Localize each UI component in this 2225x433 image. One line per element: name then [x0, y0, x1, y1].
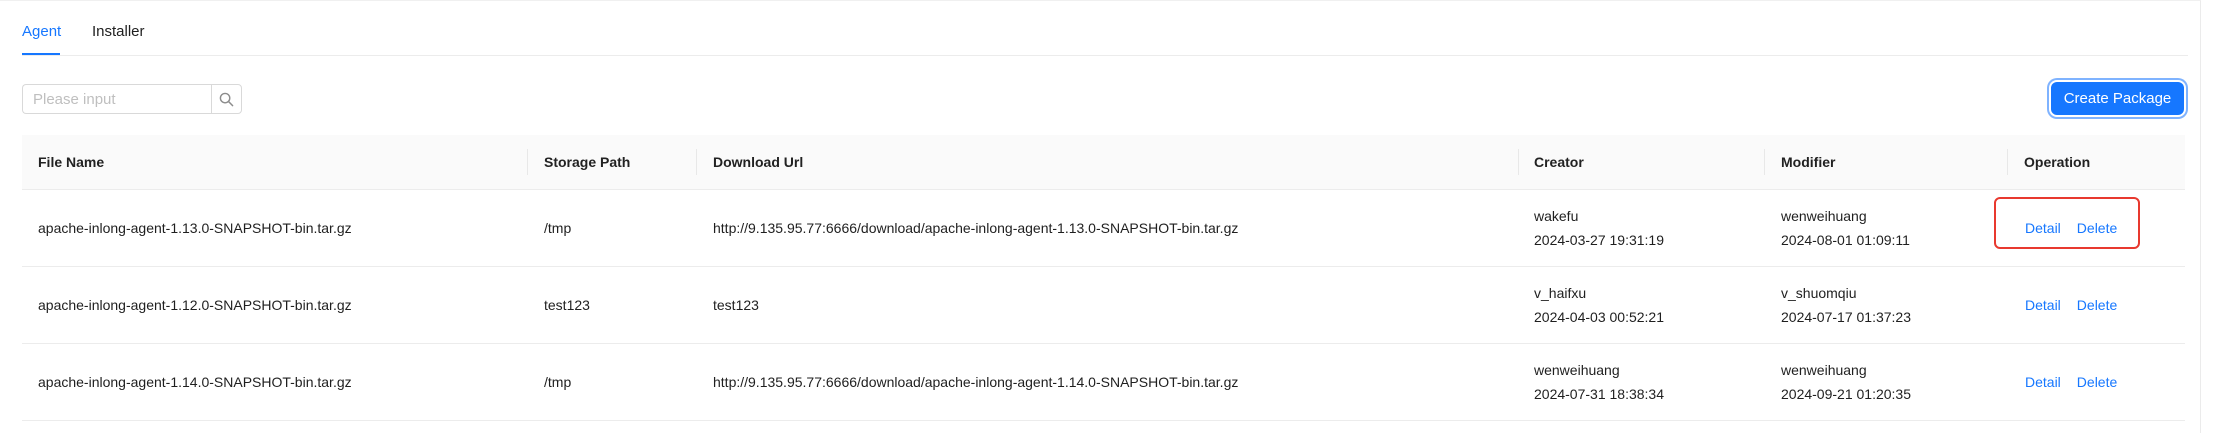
column-divider	[2007, 149, 2008, 175]
column-header-creator[interactable]: Creator	[1534, 135, 1584, 189]
creator-name: wenweihuang	[1534, 362, 1620, 378]
column-divider	[527, 149, 528, 175]
operation-cell: Detail Delete	[2025, 344, 2133, 420]
delete-link[interactable]: Delete	[2077, 220, 2117, 236]
column-divider	[1764, 149, 1765, 175]
operation-cell: Detail Delete	[2025, 190, 2133, 266]
creator-cell: wakefu 2024-03-27 19:31:19	[1534, 190, 1664, 266]
column-header-storage-path[interactable]: Storage Path	[544, 135, 630, 189]
detail-link[interactable]: Detail	[2025, 297, 2061, 313]
column-header-operation: Operation	[2024, 154, 2091, 170]
delete-link[interactable]: Delete	[2077, 374, 2117, 390]
table-header: File Name Storage Path Download Url Crea…	[22, 135, 2185, 190]
package-table: File Name Storage Path Download Url Crea…	[22, 135, 2185, 421]
modifier-cell: v_shuomqiu 2024-07-17 01:37:23	[1781, 267, 1911, 343]
create-package-button[interactable]: Create Package	[2051, 82, 2184, 115]
created-time: 2024-03-27 19:31:19	[1534, 232, 1664, 248]
download-url-cell: http://9.135.95.77:6666/download/apache-…	[713, 374, 1239, 390]
download-url-cell: test123	[713, 297, 759, 313]
creator-cell: wenweihuang 2024-07-31 18:38:34	[1534, 344, 1664, 420]
creator-cell: v_haifxu 2024-04-03 00:52:21	[1534, 267, 1664, 343]
search-input[interactable]	[22, 84, 211, 114]
storage-path-cell: test123	[544, 297, 590, 313]
file-name-cell: apache-inlong-agent-1.12.0-SNAPSHOT-bin.…	[38, 297, 352, 313]
page: Agent Installer Create Package File Name…	[0, 0, 2225, 433]
created-time: 2024-04-03 00:52:21	[1534, 309, 1664, 325]
search-button[interactable]	[211, 84, 242, 114]
tab-agent[interactable]: Agent	[22, 23, 61, 40]
detail-link[interactable]: Detail	[2025, 220, 2061, 236]
tab-bar: Agent Installer	[22, 1, 2188, 56]
column-divider	[696, 149, 697, 175]
column-header-modifier[interactable]: Modifier	[1781, 135, 1835, 189]
active-tab-indicator	[22, 53, 60, 55]
file-name-cell: apache-inlong-agent-1.13.0-SNAPSHOT-bin.…	[38, 220, 352, 236]
search-box	[22, 84, 242, 114]
modifier-cell: wenweihuang 2024-08-01 01:09:11	[1781, 190, 1910, 266]
created-time: 2024-07-31 18:38:34	[1534, 386, 1664, 402]
table-row: apache-inlong-agent-1.14.0-SNAPSHOT-bin.…	[22, 344, 2185, 421]
column-header-file-name[interactable]: File Name	[38, 135, 104, 189]
storage-path-cell: /tmp	[544, 374, 572, 390]
modified-time: 2024-08-01 01:09:11	[1781, 232, 1910, 248]
storage-path-cell: /tmp	[544, 220, 572, 236]
modifier-name: v_shuomqiu	[1781, 285, 1857, 301]
modifier-name: wenweihuang	[1781, 208, 1867, 224]
table-row: apache-inlong-agent-1.13.0-SNAPSHOT-bin.…	[22, 190, 2185, 267]
search-icon	[219, 92, 234, 107]
operation-cell: Detail Delete	[2025, 267, 2133, 343]
modified-time: 2024-09-21 01:20:35	[1781, 386, 1911, 402]
table-row: apache-inlong-agent-1.12.0-SNAPSHOT-bin.…	[22, 267, 2185, 344]
content-card: Agent Installer Create Package File Name…	[0, 0, 2201, 433]
modifier-cell: wenweihuang 2024-09-21 01:20:35	[1781, 344, 1911, 420]
download-url-cell: http://9.135.95.77:6666/download/apache-…	[713, 220, 1239, 236]
column-divider	[1518, 149, 1519, 175]
modifier-name: wenweihuang	[1781, 362, 1867, 378]
file-name-cell: apache-inlong-agent-1.14.0-SNAPSHOT-bin.…	[38, 374, 352, 390]
creator-name: v_haifxu	[1534, 285, 1587, 301]
creator-name: wakefu	[1534, 208, 1579, 224]
delete-link[interactable]: Delete	[2077, 297, 2117, 313]
detail-link[interactable]: Detail	[2025, 374, 2061, 390]
column-header-download-url[interactable]: Download Url	[713, 135, 803, 189]
modified-time: 2024-07-17 01:37:23	[1781, 309, 1911, 325]
tab-installer[interactable]: Installer	[92, 23, 145, 40]
